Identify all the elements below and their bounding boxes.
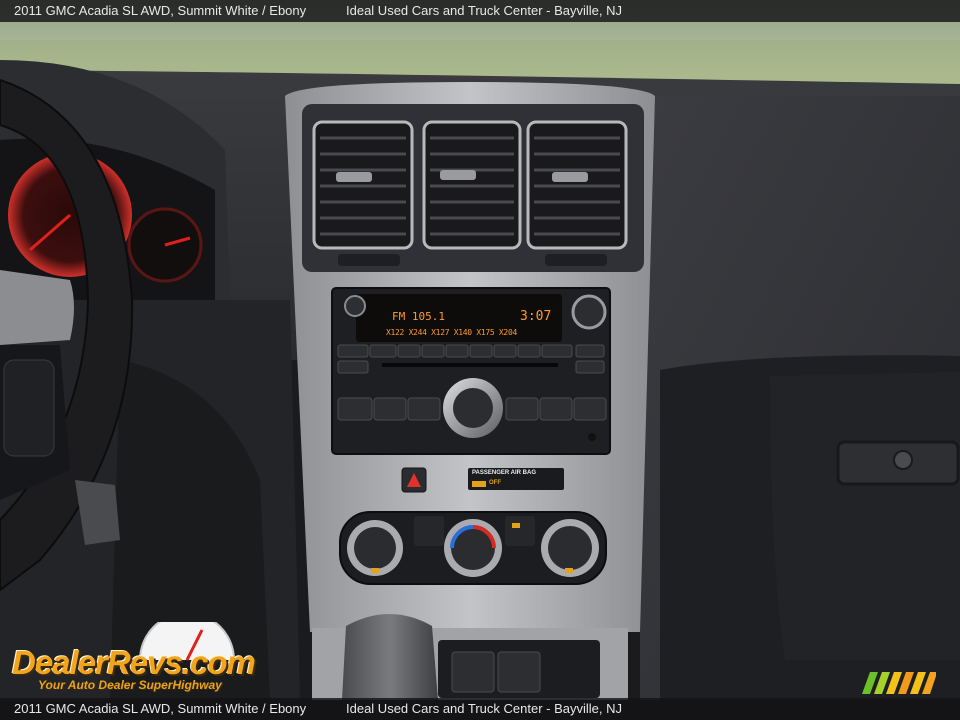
watermark-tagline: Your Auto Dealer SuperHighway [38,678,222,692]
radio-presets: X122 X244 X127 X140 X175 X204 [386,328,517,337]
watermark-brand: DealerRevs.com [12,644,256,681]
dashboard-scene [0,0,960,700]
air-vents[interactable] [312,120,628,266]
dealer-name-bottom: Ideal Used Cars and Truck Center - Bayvi… [346,701,622,716]
dealer-name: Ideal Used Cars and Truck Center - Bayvi… [346,3,622,18]
gear-shifter[interactable] [342,614,438,700]
vehicle-title-bottom: 2011 GMC Acadia SL AWD, Summit White / E… [14,701,307,716]
vehicle-title: 2011 GMC Acadia SL AWD, Summit White / E… [14,3,307,18]
radio-tone-knob[interactable] [571,294,607,330]
wheel-control-buttons[interactable] [3,359,55,457]
airbag-status: OFF [489,480,501,486]
recirculation-button[interactable] [505,516,535,546]
rear-defrost-button[interactable] [414,516,444,546]
car-interior-photo: FM 105.1 3:07 X122 X244 X127 X140 X175 X… [0,0,960,720]
radio-seek-knob[interactable] [344,295,366,317]
caption-bar-bottom: 2011 GMC Acadia SL AWD, Summit White / E… [0,698,960,720]
radio-clock: 3:07 [520,309,552,324]
airbag-label: PASSENGER AIR BAG [472,470,537,476]
radio-station: FM 105.1 [392,310,445,323]
caption-bar-top: 2011 GMC Acadia SL AWD, Summit White / E… [0,0,960,22]
dealerrevs-watermark-logo: DealerRevs.com Your Auto Dealer SuperHig… [12,622,272,696]
cd-slot[interactable] [382,363,558,367]
stripes-logo-icon [862,672,936,694]
